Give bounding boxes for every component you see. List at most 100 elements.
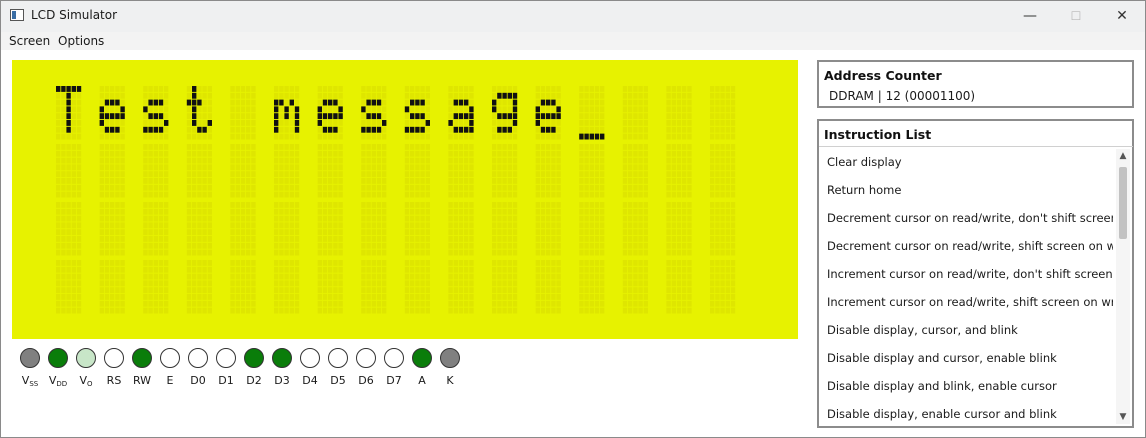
instruction-item[interactable]: Disable display, cursor, and blink — [819, 316, 1113, 344]
lcd-character-cell — [404, 260, 430, 314]
maximize-button[interactable]: ☐ — [1053, 1, 1099, 32]
lcd-character-cell — [99, 86, 125, 140]
lcd-character-cell — [230, 260, 256, 314]
lcd-character-cell — [230, 144, 256, 198]
pin-e: E — [156, 348, 184, 387]
pin-state-indicator — [272, 348, 292, 368]
pin-d1: D1 — [212, 348, 240, 387]
scroll-down-arrow-icon[interactable]: ▼ — [1116, 410, 1130, 424]
pin-k: K — [436, 348, 464, 387]
pin-label: VSS — [21, 374, 39, 388]
lcd-character-cell — [56, 86, 82, 140]
lcd-character-cell — [535, 86, 561, 140]
pin-d7: D7 — [380, 348, 408, 387]
instruction-item[interactable]: Decrement cursor on read/write, shift sc… — [819, 232, 1113, 260]
instruction-list[interactable]: Clear display Return home Decrement cursor… — [819, 148, 1113, 424]
lcd-character-cell — [622, 260, 648, 314]
minimize-button[interactable]: — — [1007, 1, 1053, 32]
lcd-character-cell — [710, 202, 736, 256]
lcd-character-cell — [317, 86, 343, 140]
pin-a: A — [408, 348, 436, 387]
pin-label: K — [446, 374, 454, 387]
lcd-character-cell — [492, 86, 518, 140]
list-divider — [819, 146, 1133, 147]
lcd-character-cell — [56, 144, 82, 198]
lcd-character-cell — [186, 86, 212, 140]
lcd-display — [12, 60, 798, 339]
lcd-character-cell — [99, 202, 125, 256]
pin-indicators: VSS VDD VO RS RW E D0 D1 D2 D3 D4 D5 D6 D7 A K — [16, 348, 466, 396]
lcd-character-cell — [143, 144, 169, 198]
pin-label: A — [418, 374, 426, 387]
lcd-character-cell — [186, 144, 212, 198]
address-counter-value: DDRAM | 12 (00001100) — [829, 89, 976, 103]
scroll-thumb[interactable] — [1119, 167, 1127, 239]
close-button[interactable]: ✕ — [1099, 1, 1145, 32]
pin-d6: D6 — [352, 348, 380, 387]
lcd-character-cell — [448, 86, 474, 140]
lcd-character-cell — [317, 144, 343, 198]
pin-state-indicator — [440, 348, 460, 368]
pin-label: VO — [79, 374, 93, 388]
pin-vo: VO — [72, 348, 100, 388]
pin-state-indicator — [20, 348, 40, 368]
pin-state-indicator — [244, 348, 264, 368]
pin-d0: D0 — [184, 348, 212, 387]
pin-label: RS — [106, 374, 122, 387]
lcd-character-cell — [579, 260, 605, 314]
pin-state-indicator — [76, 348, 96, 368]
menu-options[interactable]: Options — [58, 34, 104, 48]
instruction-item[interactable]: Clear display — [819, 148, 1113, 176]
lcd-character-cell — [143, 86, 169, 140]
menu-screen[interactable]: Screen — [9, 34, 50, 48]
instruction-item[interactable]: Decrement cursor on read/write, don't sh… — [819, 204, 1113, 232]
instruction-item[interactable]: Disable display and cursor, enable blink — [819, 344, 1113, 372]
lcd-character-cell — [448, 202, 474, 256]
lcd-character-cell — [622, 202, 648, 256]
instruction-item[interactable]: Increment cursor on read/write, shift sc… — [819, 288, 1113, 316]
pin-label: VDD — [48, 374, 68, 388]
lcd-character-cell — [579, 202, 605, 256]
instruction-item[interactable]: Increment cursor on read/write, don't sh… — [819, 260, 1113, 288]
address-counter-title: Address Counter — [824, 68, 942, 83]
lcd-character-cell — [492, 202, 518, 256]
lcd-character-cell — [404, 144, 430, 198]
app-window: LCD Simulator — ☐ ✕ Screen Options VSS VD… — [0, 0, 1146, 438]
instruction-item[interactable]: Disable display and blink, enable cursor — [819, 372, 1113, 400]
pin-label: D1 — [218, 374, 234, 387]
pin-label: D5 — [330, 374, 346, 387]
instruction-item[interactable]: Disable display, enable cursor and blink — [819, 400, 1113, 424]
pin-state-indicator — [384, 348, 404, 368]
pin-label: RW — [132, 374, 152, 387]
lcd-character-cell — [186, 260, 212, 314]
lcd-character-cell — [361, 86, 387, 140]
lcd-character-cell — [666, 202, 692, 256]
lcd-character-cell — [143, 202, 169, 256]
lcd-character-cell — [404, 86, 430, 140]
scroll-up-arrow-icon[interactable]: ▲ — [1116, 149, 1130, 163]
instruction-item[interactable]: Return home — [819, 176, 1113, 204]
pin-label: D0 — [190, 374, 206, 387]
instruction-list-panel: Instruction List Clear display Return hom… — [817, 119, 1134, 428]
title-bar: LCD Simulator — ☐ ✕ — [1, 1, 1145, 32]
pin-rs: RS — [100, 348, 128, 387]
lcd-character-cell — [622, 86, 648, 140]
address-counter-panel: Address Counter DDRAM | 12 (00001100) — [817, 60, 1134, 108]
instruction-scrollbar[interactable]: ▲ ▼ — [1116, 149, 1130, 424]
lcd-character-cell — [274, 144, 300, 198]
app-icon — [10, 9, 24, 21]
lcd-character-cell — [535, 144, 561, 198]
lcd-character-cell — [361, 260, 387, 314]
pin-state-indicator — [104, 348, 124, 368]
pin-d4: D4 — [296, 348, 324, 387]
lcd-character-cell — [361, 144, 387, 198]
lcd-pixel-grid — [56, 86, 736, 314]
lcd-character-cell — [274, 202, 300, 256]
lcd-character-cell — [230, 86, 256, 140]
pin-label: D6 — [358, 374, 374, 387]
pin-state-indicator — [412, 348, 432, 368]
lcd-character-cell — [361, 202, 387, 256]
window-title: LCD Simulator — [31, 8, 118, 22]
lcd-character-cell — [56, 202, 82, 256]
pin-rw: RW — [128, 348, 156, 387]
